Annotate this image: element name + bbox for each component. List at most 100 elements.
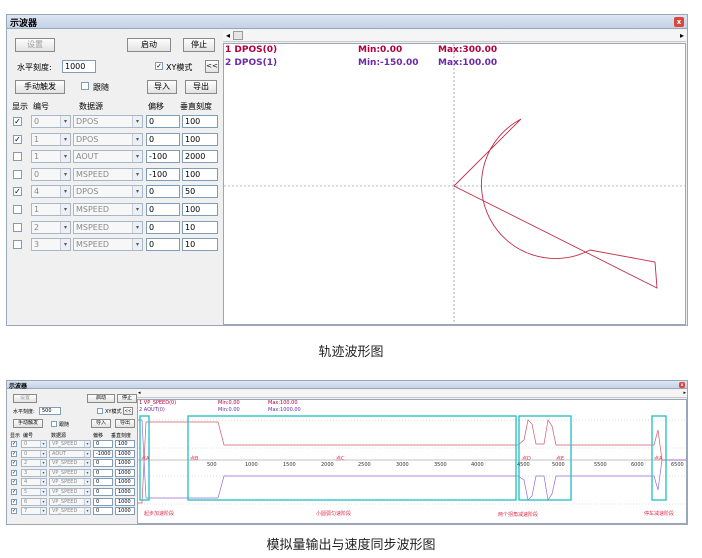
- channel-vscale-input[interactable]: 1000: [115, 507, 135, 515]
- channel-number-select[interactable]: 0 ▾: [31, 115, 71, 128]
- settings-button[interactable]: 设置: [15, 38, 55, 52]
- chevron-down-icon[interactable]: ▾: [132, 169, 142, 180]
- channel-number-select[interactable]: 2 ▾: [31, 221, 71, 234]
- channel-source-select[interactable]: VP_SPEED ▾: [49, 469, 91, 477]
- channel-number-select[interactable]: 3 ▾: [31, 238, 71, 251]
- channel-offset-input[interactable]: -100: [146, 168, 180, 181]
- plot-scrollbar[interactable]: ◂ ▸: [137, 390, 687, 398]
- channel-number-select[interactable]: 0 ▾: [21, 450, 47, 458]
- manual-trigger-button[interactable]: 手动触发: [13, 419, 43, 428]
- channel-vscale-input[interactable]: 100: [182, 133, 218, 146]
- channel-offset-input[interactable]: -1000: [93, 450, 113, 458]
- chevron-down-icon[interactable]: ▾: [60, 239, 70, 250]
- import-button[interactable]: 导入: [91, 419, 111, 428]
- channel-offset-input[interactable]: 0: [146, 185, 180, 198]
- xy-mode-checkbox[interactable]: [97, 408, 103, 414]
- chevron-down-icon[interactable]: ▾: [60, 116, 70, 127]
- channel-number-select[interactable]: 1 ▾: [31, 133, 71, 146]
- channel-source-select[interactable]: VP_SPEED ▾: [49, 507, 91, 515]
- stop-button[interactable]: 停止: [183, 38, 215, 52]
- chevron-down-icon[interactable]: ▾: [40, 479, 46, 485]
- channel-offset-input[interactable]: -100: [146, 150, 180, 163]
- chevron-down-icon[interactable]: ▾: [84, 499, 90, 505]
- chevron-down-icon[interactable]: ▾: [40, 508, 46, 514]
- export-button[interactable]: 导出: [115, 419, 135, 428]
- channel-source-select[interactable]: VP_SPEED ▾: [49, 440, 91, 448]
- scroll-left-icon[interactable]: ◂: [226, 31, 230, 40]
- chevron-down-icon[interactable]: ▾: [40, 441, 46, 447]
- channel-number-select[interactable]: 5 ▾: [21, 488, 47, 496]
- channel-source-select[interactable]: VP_SPEED ▾: [49, 459, 91, 467]
- scroll-right-icon[interactable]: ▸: [680, 31, 684, 40]
- chevron-down-icon[interactable]: ▾: [60, 186, 70, 197]
- settings-button[interactable]: 设置: [13, 394, 37, 403]
- chevron-down-icon[interactable]: ▾: [132, 151, 142, 162]
- channel-number-select[interactable]: 1 ▾: [31, 150, 71, 163]
- channel-source-select[interactable]: VP_SPEED ▾: [49, 498, 91, 506]
- follow-checkbox[interactable]: [81, 82, 89, 90]
- chevron-down-icon[interactable]: ▾: [84, 489, 90, 495]
- follow-checkbox[interactable]: [51, 421, 57, 427]
- channel-vscale-input[interactable]: 100: [182, 115, 218, 128]
- channel-show-checkbox[interactable]: [13, 223, 22, 232]
- channel-source-select[interactable]: DPOS ▾: [73, 185, 143, 198]
- channel-show-checkbox[interactable]: ✓: [11, 451, 17, 457]
- export-button[interactable]: 导出: [185, 80, 217, 94]
- channel-vscale-input[interactable]: 10: [182, 238, 218, 251]
- chevron-down-icon[interactable]: ▾: [84, 460, 90, 466]
- channel-vscale-input[interactable]: 1000: [115, 498, 135, 506]
- channel-show-checkbox[interactable]: ✓: [11, 460, 17, 466]
- chevron-down-icon[interactable]: ▾: [84, 451, 90, 457]
- scroll-left-icon[interactable]: ◂: [138, 390, 141, 396]
- chevron-down-icon[interactable]: ▾: [132, 204, 142, 215]
- chevron-down-icon[interactable]: ▾: [40, 470, 46, 476]
- channel-vscale-input[interactable]: 50: [182, 185, 218, 198]
- channel-offset-input[interactable]: 0: [93, 469, 113, 477]
- chevron-down-icon[interactable]: ▾: [84, 470, 90, 476]
- chevron-down-icon[interactable]: ▾: [84, 508, 90, 514]
- stop-button[interactable]: 停止: [117, 394, 137, 403]
- channel-vscale-input[interactable]: 100: [182, 168, 218, 181]
- close-button[interactable]: x: [679, 382, 685, 388]
- channel-number-select[interactable]: 6 ▾: [21, 498, 47, 506]
- channel-number-select[interactable]: 3 ▾: [21, 469, 47, 477]
- channel-offset-input[interactable]: 0: [93, 488, 113, 496]
- channel-show-checkbox[interactable]: ✓: [11, 441, 17, 447]
- channel-show-checkbox[interactable]: ✓: [13, 117, 22, 126]
- channel-offset-input[interactable]: 0: [146, 221, 180, 234]
- channel-source-select[interactable]: VP_SPEED ▾: [49, 478, 91, 486]
- chevron-down-icon[interactable]: ▾: [60, 204, 70, 215]
- chevron-down-icon[interactable]: ▾: [60, 169, 70, 180]
- start-button[interactable]: 启动: [87, 394, 115, 403]
- channel-source-select[interactable]: MSPEED ▾: [73, 238, 143, 251]
- channel-vscale-input[interactable]: 1000: [115, 450, 135, 458]
- import-button[interactable]: 导入: [147, 80, 177, 94]
- channel-source-select[interactable]: AOUT ▾: [49, 450, 91, 458]
- chevron-down-icon[interactable]: ▾: [132, 239, 142, 250]
- chevron-down-icon[interactable]: ▾: [60, 222, 70, 233]
- chevron-down-icon[interactable]: ▾: [60, 134, 70, 145]
- close-button[interactable]: x: [674, 17, 684, 27]
- channel-show-checkbox[interactable]: [13, 152, 22, 161]
- channel-show-checkbox[interactable]: ✓: [13, 135, 22, 144]
- xy-plot-area[interactable]: 1 DPOS(0) Min:0.00 Max:300.00 2 DPOS(1) …: [223, 43, 686, 325]
- timeline-plot-area[interactable]: 1 VP_SPEED(0) Min:0.00 Max:100.00 2 AOUT…: [137, 399, 687, 524]
- channel-offset-input[interactable]: 0: [93, 498, 113, 506]
- channel-offset-input[interactable]: 0: [146, 238, 180, 251]
- channel-show-checkbox[interactable]: ✓: [13, 187, 22, 196]
- channel-offset-input[interactable]: 0: [93, 440, 113, 448]
- chevron-down-icon[interactable]: ▾: [132, 186, 142, 197]
- channel-show-checkbox[interactable]: ✓: [11, 479, 17, 485]
- channel-offset-input[interactable]: 0: [93, 459, 113, 467]
- chevron-down-icon[interactable]: ▾: [40, 460, 46, 466]
- channel-show-checkbox[interactable]: [13, 170, 22, 179]
- scroll-right-icon[interactable]: ▸: [683, 390, 686, 396]
- chevron-down-icon[interactable]: ▾: [132, 116, 142, 127]
- channel-show-checkbox[interactable]: ✓: [11, 489, 17, 495]
- channel-number-select[interactable]: 4 ▾: [31, 185, 71, 198]
- channel-vscale-input[interactable]: 1000: [115, 478, 135, 486]
- channel-number-select[interactable]: 0 ▾: [21, 440, 47, 448]
- channel-vscale-input[interactable]: 1000: [115, 488, 135, 496]
- start-button[interactable]: 启动: [127, 38, 171, 52]
- chevron-down-icon[interactable]: ▾: [84, 441, 90, 447]
